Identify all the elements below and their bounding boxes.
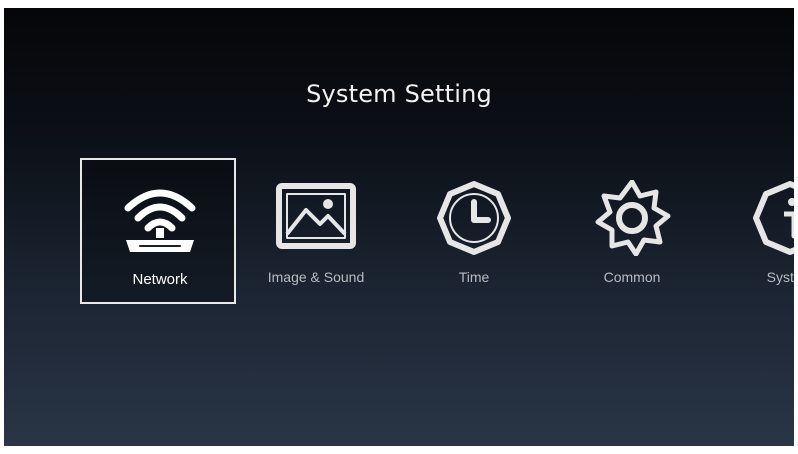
menu-item-label: Network: [132, 271, 188, 288]
info-icon: [748, 180, 794, 256]
menu-item-image-sound[interactable]: Image & Sound: [238, 158, 394, 304]
menu-item-label: System: [766, 269, 794, 285]
clock-icon: [432, 180, 516, 256]
gear-icon: [590, 180, 674, 256]
menu-item-label: Image & Sound: [267, 269, 365, 285]
image-icon: [274, 180, 358, 256]
menu-item-label: Common: [603, 269, 661, 285]
menu-item-time[interactable]: Time: [396, 158, 552, 304]
wifi-router-icon: [118, 182, 202, 258]
menu-item-common[interactable]: Common: [554, 158, 710, 304]
page-title: System Setting: [306, 80, 492, 108]
menu-item-network[interactable]: Network: [80, 158, 236, 304]
tv-settings-screen: System Setting Network Image & Sound Tim…: [4, 8, 794, 446]
menu-item-label: Time: [458, 269, 490, 285]
menu-item-system[interactable]: System: [712, 158, 794, 304]
